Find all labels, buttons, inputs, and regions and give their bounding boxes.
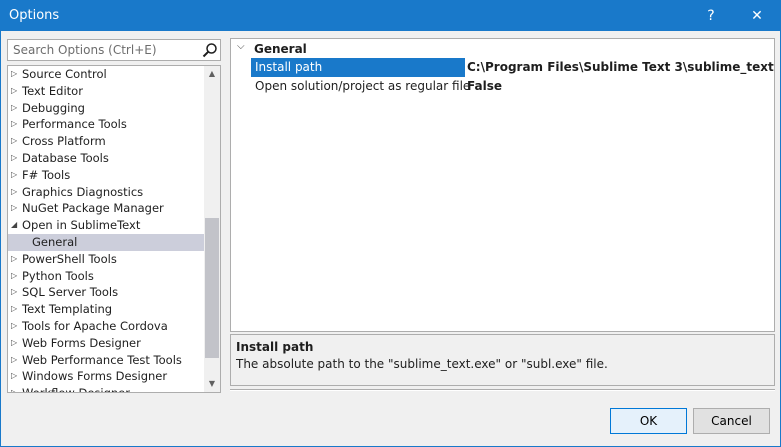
- close-icon: ✕: [751, 8, 763, 24]
- tree-item[interactable]: ▷ Tools for Apache Cordova: [8, 318, 204, 335]
- tree-item-label: Database Tools: [22, 150, 109, 165]
- property-name: Open solution/project as regular file: [255, 79, 471, 93]
- tree-item[interactable]: ▷ Source Control: [8, 66, 204, 83]
- tree-scrollbar[interactable]: ▲ ▼: [204, 66, 220, 392]
- tree-item[interactable]: ▷ Debugging: [8, 100, 204, 117]
- tree-item-label: Graphics Diagnostics: [22, 184, 144, 199]
- tree-item-label: F# Tools: [22, 167, 71, 182]
- triangle-right-icon[interactable]: ▷: [11, 368, 19, 385]
- triangle-right-icon[interactable]: ▷: [11, 66, 19, 83]
- tree-item-label: Text Templating: [22, 302, 113, 317]
- tree-item[interactable]: ▷ Web Performance Test Tools: [8, 352, 204, 369]
- tree-item-label: Python Tools: [22, 268, 94, 283]
- tree-item-label: General: [32, 234, 78, 249]
- triangle-right-icon[interactable]: ▷: [11, 133, 19, 150]
- tree-item[interactable]: ▷ Database Tools: [8, 150, 204, 167]
- triangle-right-icon[interactable]: ▷: [11, 352, 19, 369]
- triangle-right-icon[interactable]: ▷: [11, 150, 19, 167]
- triangle-right-icon[interactable]: ▷: [11, 335, 19, 352]
- tree-item[interactable]: ▷ Text Templating: [8, 301, 204, 318]
- triangle-right-icon[interactable]: ▷: [11, 83, 19, 100]
- tree-item-label: SQL Server Tools: [22, 285, 119, 300]
- triangle-right-icon[interactable]: ▷: [11, 251, 19, 268]
- tree-item[interactable]: ▷ PowerShell Tools: [8, 251, 204, 268]
- triangle-right-icon[interactable]: ▷: [11, 167, 19, 184]
- tree-item-label: Performance Tools: [22, 117, 127, 132]
- tree-item[interactable]: ▷ F# Tools: [8, 167, 204, 184]
- triangle-right-icon[interactable]: ▷: [11, 100, 19, 117]
- window-title: Options: [9, 8, 60, 23]
- tree-item[interactable]: ▷ Text Editor: [8, 83, 204, 100]
- scroll-down-icon[interactable]: ▼: [204, 376, 220, 392]
- property-row-open-solution[interactable]: Open solution/project as regular file Fa…: [231, 77, 774, 96]
- property-name: Install path: [251, 58, 465, 77]
- scroll-thumb[interactable]: [205, 218, 219, 358]
- triangle-right-icon[interactable]: ▷: [11, 116, 19, 133]
- triangle-right-icon[interactable]: ▷: [11, 200, 19, 217]
- tree-item-label: Text Editor: [22, 83, 83, 98]
- tree-item-label: Web Performance Test Tools: [22, 352, 182, 367]
- description-text: The absolute path to the "sublime_text.e…: [236, 357, 608, 371]
- tree-item-label: PowerShell Tools: [22, 251, 117, 266]
- tree-item[interactable]: ▷ Python Tools: [8, 268, 204, 285]
- search-box: [7, 39, 221, 61]
- tree-item[interactable]: ◢ Open in SublimeText: [8, 217, 204, 234]
- tree-item-label: Web Forms Designer: [22, 335, 141, 350]
- tree-item-label: Source Control: [22, 67, 107, 81]
- tree-item-label: Workflow Designer: [22, 385, 130, 392]
- description-pane: Install path The absolute path to the "s…: [230, 334, 775, 386]
- property-grid: ⌵ General Install path C:\Program Files\…: [230, 38, 775, 332]
- tree-item-label: Debugging: [22, 100, 85, 115]
- property-value[interactable]: C:\Program Files\Sublime Text 3\sublime_…: [467, 58, 774, 77]
- triangle-right-icon[interactable]: ▷: [11, 385, 19, 392]
- category-label: General: [254, 42, 307, 56]
- scroll-up-icon[interactable]: ▲: [204, 66, 220, 82]
- tree-item-label: Open in SublimeText: [22, 218, 141, 233]
- property-row-install-path[interactable]: Install path C:\Program Files\Sublime Te…: [231, 58, 774, 77]
- options-dialog: Options ? ✕ ▷Source Control▷Text Editor▷…: [0, 0, 781, 447]
- search-icon[interactable]: [202, 42, 218, 58]
- tree-item-label: Windows Forms Designer: [22, 369, 168, 384]
- tree-item[interactable]: ▷ Cross Platform: [8, 133, 204, 150]
- ok-button[interactable]: OK: [610, 408, 687, 434]
- chevron-down-icon[interactable]: ⌵: [237, 41, 245, 52]
- tree-item-label: Tools for Apache Cordova: [22, 318, 168, 333]
- tree-item-label: NuGet Package Manager: [22, 201, 164, 216]
- tree-item[interactable]: ▷ Windows Forms Designer: [8, 368, 204, 385]
- description-title: Install path: [236, 340, 314, 354]
- options-tree: ▷ Source Control ▷ Text Editor ▷ Debugging ▷ Pe…: [7, 65, 221, 393]
- triangle-right-icon[interactable]: ▷: [11, 268, 19, 285]
- search-input[interactable]: [8, 40, 198, 60]
- tree-item[interactable]: ▷ Graphics Diagnostics: [8, 184, 204, 201]
- tree-items: ▷ Source Control ▷ Text Editor ▷ Debugging ▷ Pe…: [8, 66, 204, 392]
- tree-item[interactable]: ▷ Web Forms Designer: [8, 335, 204, 352]
- tree-item[interactable]: ▷Workflow Designer: [8, 385, 204, 392]
- tree-item-label: Cross Platform: [22, 134, 106, 149]
- help-icon: ?: [707, 8, 715, 24]
- triangle-right-icon[interactable]: ▷: [11, 284, 19, 301]
- close-button[interactable]: ✕: [735, 1, 779, 31]
- tree-item[interactable]: ▷ NuGet Package Manager: [8, 200, 204, 217]
- tree-item[interactable]: ▷ SQL Server Tools: [8, 284, 204, 301]
- triangle-right-icon[interactable]: ▷: [11, 301, 19, 318]
- triangle-right-icon[interactable]: ▷: [11, 184, 19, 201]
- tree-item[interactable]: ▷ Performance Tools: [8, 116, 204, 133]
- triangle-down-icon[interactable]: ◢: [11, 217, 19, 234]
- property-value[interactable]: False: [467, 77, 502, 96]
- property-category[interactable]: ⌵ General: [231, 39, 774, 58]
- help-button[interactable]: ?: [689, 1, 733, 31]
- triangle-right-icon[interactable]: ▷: [11, 318, 19, 335]
- title-bar: Options ? ✕: [1, 1, 780, 31]
- tree-item[interactable]: General: [8, 233, 204, 251]
- divider: [230, 389, 775, 391]
- cancel-button[interactable]: Cancel: [693, 408, 770, 434]
